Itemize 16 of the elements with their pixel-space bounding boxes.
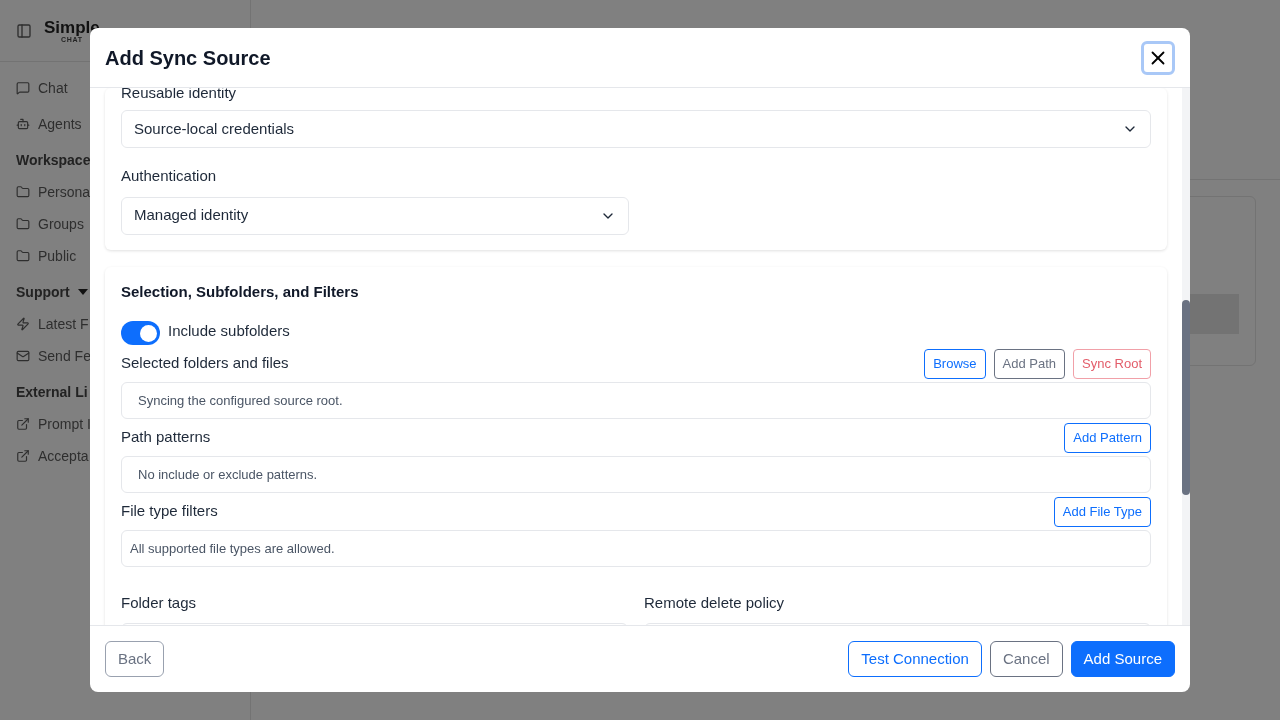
section-heading: External Li: [16, 382, 88, 402]
empty-list-box: All supported file types are allowed.: [121, 530, 1151, 567]
field-label: Path patterns: [121, 427, 211, 448]
toggle-label: Include subfolders: [168, 320, 290, 341]
field-label: Selected folders and files: [121, 353, 289, 374]
section-title: Selection, Subfolders, and Filters: [121, 281, 360, 302]
empty-list-box: Syncing the configured source root.: [121, 382, 1151, 419]
field-label: Authentication: [121, 166, 218, 186]
dialog-title: Add Sync Source: [105, 45, 271, 71]
field-label: Folder tags: [121, 593, 198, 613]
field-label: Reusable identity: [121, 88, 238, 100]
section-heading: Workspace: [16, 150, 91, 170]
section-heading: Support: [16, 282, 70, 302]
field-label: File type filters: [121, 501, 218, 522]
field-label: Remote delete policy: [644, 593, 786, 613]
empty-list-box: No include or exclude patterns.: [121, 456, 1151, 493]
